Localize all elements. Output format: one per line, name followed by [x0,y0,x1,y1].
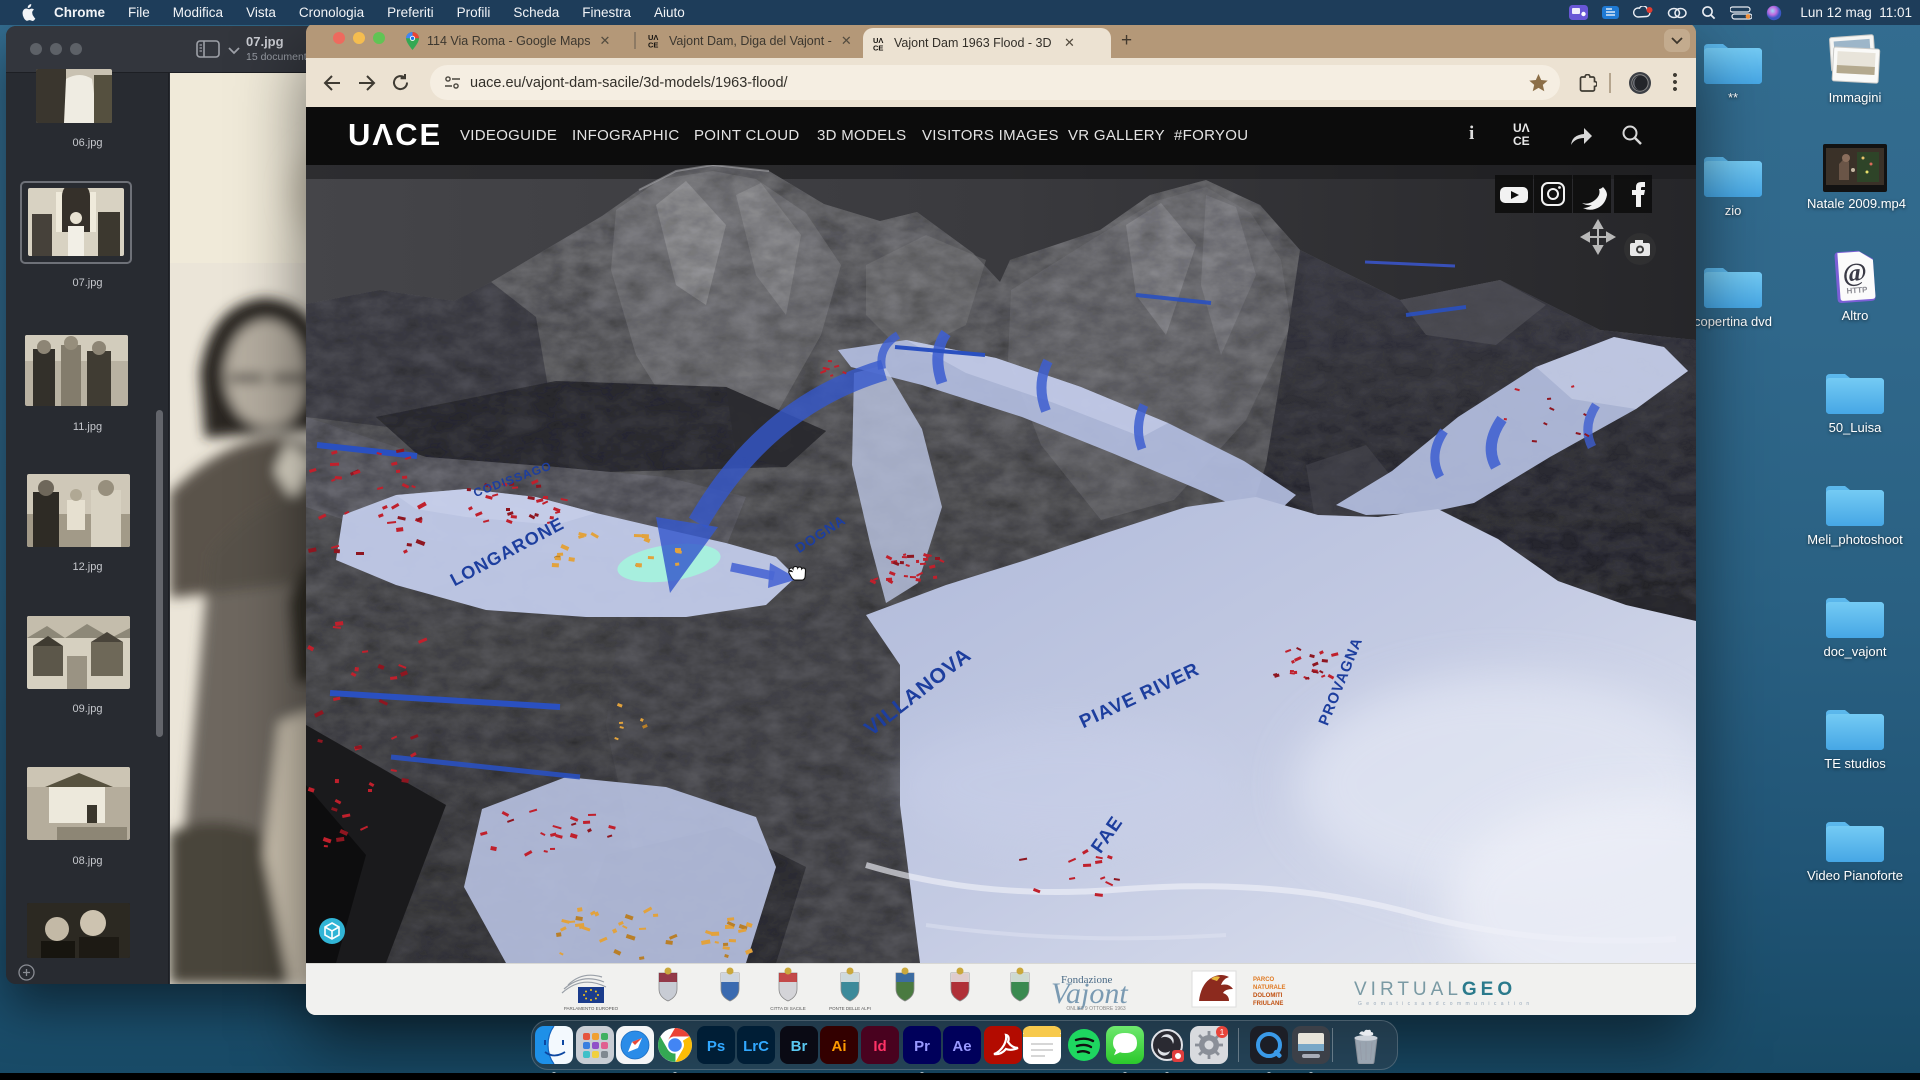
svg-text:HTTP: HTTP [1846,285,1868,295]
svg-text:Ps: Ps [707,1038,725,1055]
svg-text:CE: CE [1513,134,1530,147]
svg-text:FRIULANE: FRIULANE [1253,1001,1283,1007]
svg-text:Pr: Pr [914,1038,930,1055]
svg-text:Id: Id [873,1038,886,1055]
svg-text:PONTE DELLE ALPI: PONTE DELLE ALPI [829,1006,871,1011]
svg-text:ONLUS 9 OTTOBRE 1963: ONLUS 9 OTTOBRE 1963 [1066,1006,1126,1012]
svg-text:Br: Br [791,1038,808,1055]
svg-text:CE: CE [648,41,658,49]
svg-text:UΛ: UΛ [1513,121,1530,135]
svg-text:G e o m a t i c s a n d c: G e o m a t i c s a n d c o m m u n i c … [1358,1001,1531,1007]
svg-text:CE: CE [873,43,883,51]
svg-text:CITTA DI SACILE: CITTA DI SACILE [770,1006,805,1011]
svg-text:Ae: Ae [952,1038,971,1055]
svg-text:Ai: Ai [832,1038,847,1055]
svg-text:DOLOMITI: DOLOMITI [1253,993,1283,999]
svg-text:LrC: LrC [743,1038,769,1055]
svg-text:PARCO: PARCO [1253,977,1275,983]
svg-text:@: @ [1842,257,1868,288]
svg-text:1: 1 [1220,1027,1225,1037]
svg-text:NATURALE: NATURALE [1253,985,1286,991]
svg-text:VIRTUALGEO: VIRTUALGEO [1354,979,1516,1000]
svg-text:PARLAMENTO EUROPEO: PARLAMENTO EUROPEO [564,1006,619,1011]
